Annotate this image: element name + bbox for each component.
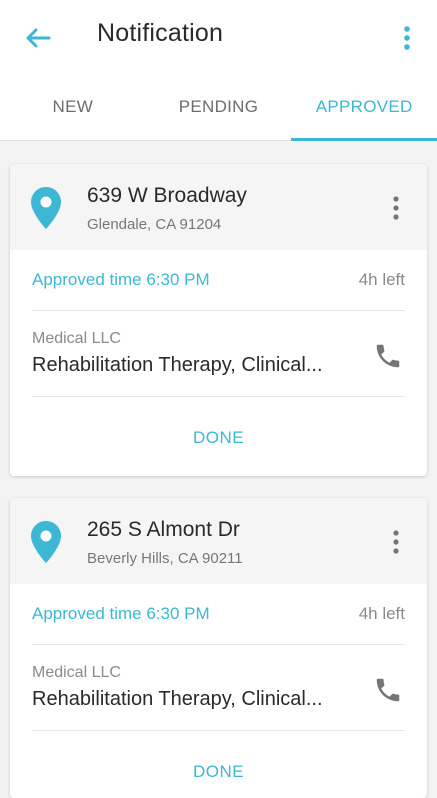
service-row: Medical LLC Rehabilitation Therapy, Clin… [32,644,405,731]
phone-icon[interactable] [373,675,403,705]
time-left: 4h left [358,604,405,623]
done-button[interactable]: DONE [10,428,427,448]
approval-row: Approved time 6:30 PM 4h left [32,584,405,645]
approval-row: Approved time 6:30 PM 4h left [32,250,405,311]
arrow-left-icon[interactable] [22,22,54,54]
more-vertical-icon[interactable] [396,24,418,52]
time-left: 4h left [358,270,405,289]
more-vertical-icon[interactable] [386,195,406,221]
card-header: 265 S Almont Dr Beverly Hills, CA 90211 [10,498,427,584]
card-header: 639 W Broadway Glendale, CA 91204 [10,164,427,250]
address-city: Glendale, CA 91204 [87,216,222,233]
done-button[interactable]: DONE [10,762,427,782]
tab-new[interactable]: NEW [0,75,146,140]
notification-card: 265 S Almont Dr Beverly Hills, CA 90211 … [10,498,427,798]
address-street: 265 S Almont Dr [87,518,240,541]
phone-icon[interactable] [373,341,403,371]
service-name: Rehabilitation Therapy, Clinical... [32,688,323,710]
location-pin-icon [31,187,61,229]
approved-time: Approved time 6:30 PM [32,604,210,623]
more-vertical-icon[interactable] [386,529,406,555]
app-bar: Notification [0,0,437,75]
approved-time: Approved time 6:30 PM [32,270,210,289]
notification-card: 639 W Broadway Glendale, CA 91204 Approv… [10,164,427,476]
service-name: Rehabilitation Therapy, Clinical... [32,354,323,376]
company-name: Medical LLC [32,664,121,681]
tab-approved[interactable]: APPROVED [291,75,437,141]
service-row: Medical LLC Rehabilitation Therapy, Clin… [32,310,405,397]
address-street: 639 W Broadway [87,184,247,207]
page-title: Notification [97,19,224,47]
company-name: Medical LLC [32,330,121,347]
tab-pending[interactable]: PENDING [146,75,292,140]
tab-bar: NEW PENDING APPROVED [0,75,437,141]
address-city: Beverly Hills, CA 90211 [87,550,243,567]
location-pin-icon [31,521,61,563]
